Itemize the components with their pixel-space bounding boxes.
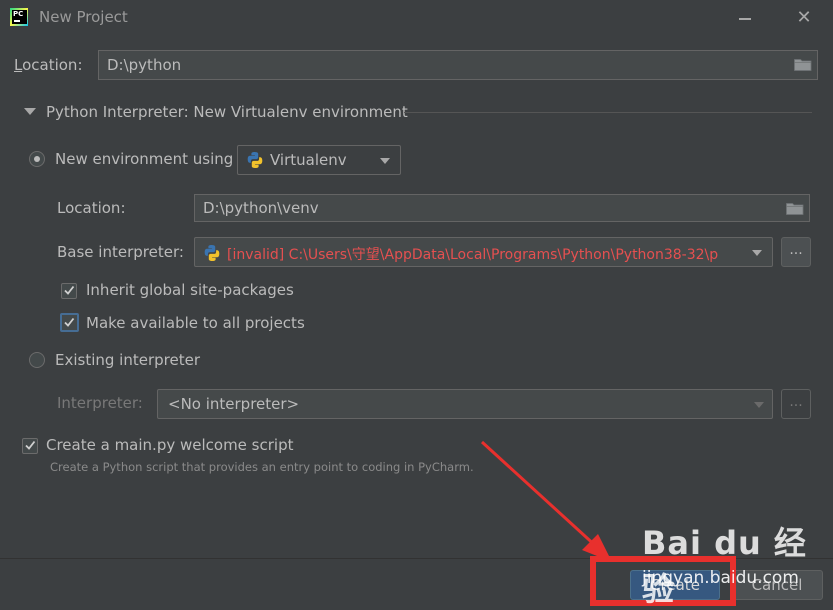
watermark-logo: Bai du 经验 — [642, 524, 807, 608]
welcome-script-checkbox[interactable] — [22, 438, 38, 454]
minimize-icon — [739, 18, 751, 20]
venv-location-field[interactable]: D:\python\venv — [194, 194, 810, 222]
window-title: New Project — [39, 8, 128, 26]
make-available-checkbox[interactable] — [60, 313, 79, 332]
title-bar: PC New Project ✕ — [0, 0, 833, 38]
watermark-url: jingyan.baidu.com — [642, 568, 799, 588]
venv-location-label: Location: — [57, 199, 126, 217]
existing-interpreter-select[interactable]: <No interpreter> — [157, 389, 773, 419]
minimize-button[interactable] — [734, 8, 756, 28]
make-available-label: Make available to all projects — [86, 314, 305, 332]
close-icon: ✕ — [796, 7, 812, 28]
interpreter-label: Interpreter: — [57, 394, 143, 412]
location-label: Location: — [14, 56, 83, 74]
baidu-watermark: Bai du 经验 jingyan.baidu.com — [636, 518, 826, 608]
base-interpreter-value: [invalid] C:\Users\守望\AppData\Local\Prog… — [227, 247, 719, 263]
folder-icon[interactable] — [786, 202, 804, 215]
radio-selected-dot — [34, 156, 40, 162]
python-icon — [204, 245, 220, 261]
section-divider — [404, 112, 812, 113]
checkmark-icon — [64, 317, 75, 327]
checkmark-icon — [25, 440, 36, 450]
base-interpreter-select[interactable]: [invalid] C:\Users\守望\AppData\Local\Prog… — [194, 237, 773, 267]
python-icon — [247, 152, 263, 168]
environment-tool-select[interactable]: Virtualenv — [237, 145, 401, 175]
existing-interpreter-radio[interactable] — [29, 352, 45, 368]
existing-interpreter-label: Existing interpreter — [55, 351, 200, 369]
browse-existing-interpreter-button[interactable]: ... — [781, 389, 811, 419]
chevron-down-icon — [380, 158, 390, 164]
annotation-arrow-icon — [480, 440, 612, 562]
new-environment-label: New environment using — [55, 150, 234, 168]
inherit-site-packages-checkbox[interactable] — [61, 283, 77, 299]
existing-interpreter-value: <No interpreter> — [168, 395, 300, 413]
new-environment-radio[interactable] — [29, 151, 45, 167]
base-interpreter-label: Base interpreter: — [57, 243, 184, 261]
browse-base-interpreter-button[interactable]: ... — [781, 237, 811, 267]
close-button[interactable]: ✕ — [793, 8, 815, 28]
venv-location-value: D:\python\venv — [203, 199, 319, 217]
welcome-script-label: Create a main.py welcome script — [46, 436, 294, 454]
location-field[interactable]: D:\python — [98, 50, 818, 80]
location-value: D:\python — [107, 56, 182, 74]
pycharm-logo-icon: PC — [10, 8, 28, 26]
checkmark-icon — [64, 285, 75, 295]
environment-tool-value: Virtualenv — [270, 151, 347, 169]
chevron-down-icon — [752, 250, 762, 256]
folder-icon[interactable] — [794, 58, 812, 71]
inherit-site-packages-label: Inherit global site-packages — [86, 281, 294, 299]
interpreter-section-header[interactable]: Python Interpreter: New Virtualenv envir… — [46, 103, 408, 121]
chevron-down-icon — [754, 402, 764, 408]
collapse-arrow-icon[interactable] — [24, 108, 36, 115]
welcome-script-description: Create a Python script that provides an … — [50, 460, 474, 474]
logo-text: PC — [13, 10, 24, 18]
new-project-dialog: PC New Project ✕ Location: D:\python Pyt… — [0, 0, 833, 610]
